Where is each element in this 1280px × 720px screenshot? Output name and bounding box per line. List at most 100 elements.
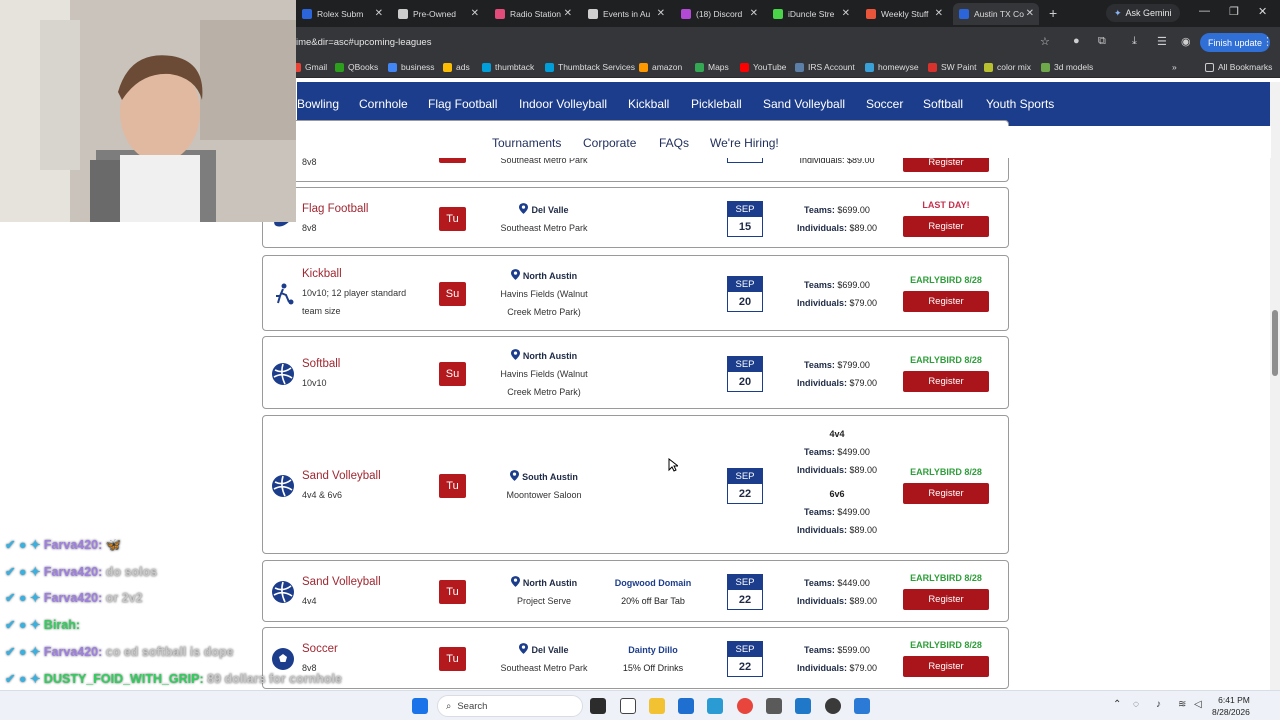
ask-gemini-button[interactable]: ✦ Ask Gemini bbox=[1106, 4, 1180, 22]
bookmark-item[interactable]: Thumbtack Services bbox=[545, 62, 635, 72]
discord-icon bbox=[681, 9, 691, 19]
subnav-item[interactable]: Tournaments bbox=[492, 136, 561, 150]
scrollbar-thumb[interactable] bbox=[1272, 310, 1278, 376]
bookmark-item[interactable]: ads bbox=[443, 62, 470, 72]
subnav-item[interactable]: Corporate bbox=[583, 136, 636, 150]
browser-tab[interactable]: Weekly Stuff ✕ bbox=[860, 3, 948, 25]
file-explorer-icon[interactable] bbox=[649, 698, 665, 714]
tab-close-icon[interactable]: ✕ bbox=[375, 8, 383, 19]
word-app-icon[interactable] bbox=[854, 698, 870, 714]
tab-close-icon[interactable]: ✕ bbox=[657, 8, 665, 19]
league-name[interactable]: Softball bbox=[302, 358, 340, 370]
chat-username: Farva420: bbox=[43, 565, 103, 579]
notes-app-icon[interactable] bbox=[620, 698, 636, 714]
calculator-icon[interactable] bbox=[678, 698, 694, 714]
browser-tab[interactable]: Austin TX Co ✕ bbox=[953, 3, 1039, 25]
photo-app-icon[interactable] bbox=[795, 698, 811, 714]
edge-icon[interactable] bbox=[707, 698, 723, 714]
extension-icon[interactable]: ● bbox=[1073, 35, 1080, 47]
bookmark-label: Thumbtack Services bbox=[558, 62, 635, 72]
page-scrollbar[interactable] bbox=[1270, 82, 1280, 690]
league-name[interactable]: Sand Volleyball bbox=[302, 576, 381, 588]
subnav-item[interactable]: FAQs bbox=[659, 136, 689, 150]
browser-tab[interactable]: Pre-Owned ✕ bbox=[392, 3, 484, 25]
all-bookmarks-button[interactable]: All Bookmarks bbox=[1205, 62, 1272, 72]
mic-icon[interactable]: ♪ bbox=[1156, 699, 1161, 710]
profile-icon[interactable]: ◉ bbox=[1181, 35, 1191, 48]
bookmark-item[interactable]: YouTube bbox=[740, 62, 786, 72]
browser-tab[interactable]: (18) Discord ✕ bbox=[675, 3, 763, 25]
taskbar-search[interactable]: ⌕ Search bbox=[437, 695, 583, 717]
nav-item[interactable]: Kickball bbox=[628, 97, 669, 111]
bookmark-item[interactable]: 3d models bbox=[1041, 62, 1093, 72]
registration-status: EARLYBIRD 8/28 bbox=[910, 466, 982, 477]
league-name[interactable]: Soccer bbox=[302, 643, 338, 655]
browser-tab[interactable]: Events in Au ✕ bbox=[582, 3, 670, 25]
tab-close-icon[interactable]: ✕ bbox=[935, 8, 943, 19]
restore-icon[interactable]: ❐ bbox=[1229, 5, 1239, 18]
tab-close-icon[interactable]: ✕ bbox=[842, 8, 850, 19]
new-tab-button[interactable]: + bbox=[1049, 5, 1057, 21]
nav-item[interactable]: Pickleball bbox=[691, 97, 742, 111]
league-name[interactable]: Flag Football bbox=[302, 203, 368, 215]
register-button[interactable]: Register bbox=[903, 370, 989, 392]
bookmarks-overflow-icon[interactable]: » bbox=[1172, 62, 1177, 72]
league-name[interactable]: Kickball bbox=[302, 268, 342, 280]
bookmark-item[interactable]: business bbox=[388, 62, 435, 72]
task-view-icon[interactable] bbox=[590, 698, 606, 714]
register-button[interactable]: Register bbox=[903, 215, 989, 237]
tab-close-icon[interactable]: ✕ bbox=[564, 8, 572, 19]
wifi-icon[interactable]: ≋ bbox=[1178, 699, 1186, 710]
nav-item[interactable]: Softball bbox=[923, 97, 963, 111]
puzzle-icon[interactable]: ⧉ bbox=[1098, 35, 1106, 48]
nav-item[interactable]: Flag Football bbox=[428, 97, 497, 111]
finish-update-button[interactable]: Finish update bbox=[1200, 33, 1271, 52]
nav-item[interactable]: Youth Sports bbox=[986, 97, 1054, 111]
bookmark-star-icon[interactable]: ☆ bbox=[1040, 35, 1050, 48]
bookmark-item[interactable]: color mix bbox=[984, 62, 1031, 72]
download-icon[interactable]: ⤓ bbox=[1132, 35, 1137, 48]
browser-tab[interactable]: iDuncle Stre ✕ bbox=[767, 3, 855, 25]
volume-icon[interactable]: ◁ bbox=[1194, 699, 1202, 710]
close-window-icon[interactable]: ✕ bbox=[1258, 5, 1267, 18]
nav-item[interactable]: Cornhole bbox=[359, 97, 408, 111]
teams-price-label: Teams: bbox=[804, 645, 835, 655]
bookmark-item[interactable]: QBooks bbox=[335, 62, 378, 72]
bookmark-item[interactable]: thumbtack bbox=[482, 62, 534, 72]
kick-icon bbox=[773, 9, 783, 19]
network-icon[interactable]: ◌ bbox=[1133, 699, 1139, 710]
chrome-icon[interactable] bbox=[737, 698, 753, 714]
taskbar-search-label: Search bbox=[457, 700, 488, 712]
nav-item[interactable]: Sand Volleyball bbox=[763, 97, 845, 111]
tab-close-icon[interactable]: ✕ bbox=[471, 8, 479, 19]
bookmark-item[interactable]: amazon bbox=[639, 62, 682, 72]
register-button[interactable]: Register bbox=[903, 589, 989, 610]
register-button[interactable]: Register bbox=[903, 291, 989, 312]
tab-close-icon[interactable]: ✕ bbox=[750, 8, 758, 19]
nav-item[interactable]: Indoor Volleyball bbox=[519, 97, 607, 111]
tab-search-icon[interactable]: ☰ bbox=[1157, 35, 1167, 48]
browser-tab[interactable]: Rolex Subm ✕ bbox=[296, 3, 388, 25]
register-button[interactable]: Register bbox=[903, 656, 989, 677]
bookmark-item[interactable]: Gmail bbox=[292, 62, 327, 72]
url-input[interactable]: ime&dir=asc#upcoming-leagues bbox=[296, 37, 431, 48]
browser-tab[interactable]: Radio Station ✕ bbox=[489, 3, 577, 25]
tab-close-icon[interactable]: ✕ bbox=[1026, 8, 1034, 19]
league-name[interactable]: Sand Volleyball bbox=[302, 470, 381, 482]
bookmark-item[interactable]: IRS Account bbox=[795, 62, 855, 72]
tray-chevron-icon[interactable]: ⌃ bbox=[1113, 699, 1121, 710]
bookmark-item[interactable]: homewyse bbox=[865, 62, 919, 72]
windows-start-icon[interactable] bbox=[412, 698, 428, 714]
nav-item[interactable]: Soccer bbox=[866, 97, 903, 111]
calendar-app-icon[interactable] bbox=[766, 698, 782, 714]
obs-icon[interactable] bbox=[825, 698, 841, 714]
menu-dots-icon[interactable]: ⋮ bbox=[1262, 35, 1273, 48]
system-clock[interactable]: 6:41 PM 8/28/2026 bbox=[1212, 694, 1250, 718]
bookmark-item[interactable]: Maps bbox=[695, 62, 729, 72]
js-icon bbox=[302, 9, 312, 19]
minimize-icon[interactable]: — bbox=[1199, 5, 1210, 17]
register-button[interactable]: Register bbox=[903, 482, 989, 504]
bookmark-item[interactable]: SW Paint bbox=[928, 62, 976, 72]
nav-item[interactable]: Bowling bbox=[297, 97, 339, 111]
subnav-item[interactable]: We're Hiring! bbox=[710, 136, 779, 150]
